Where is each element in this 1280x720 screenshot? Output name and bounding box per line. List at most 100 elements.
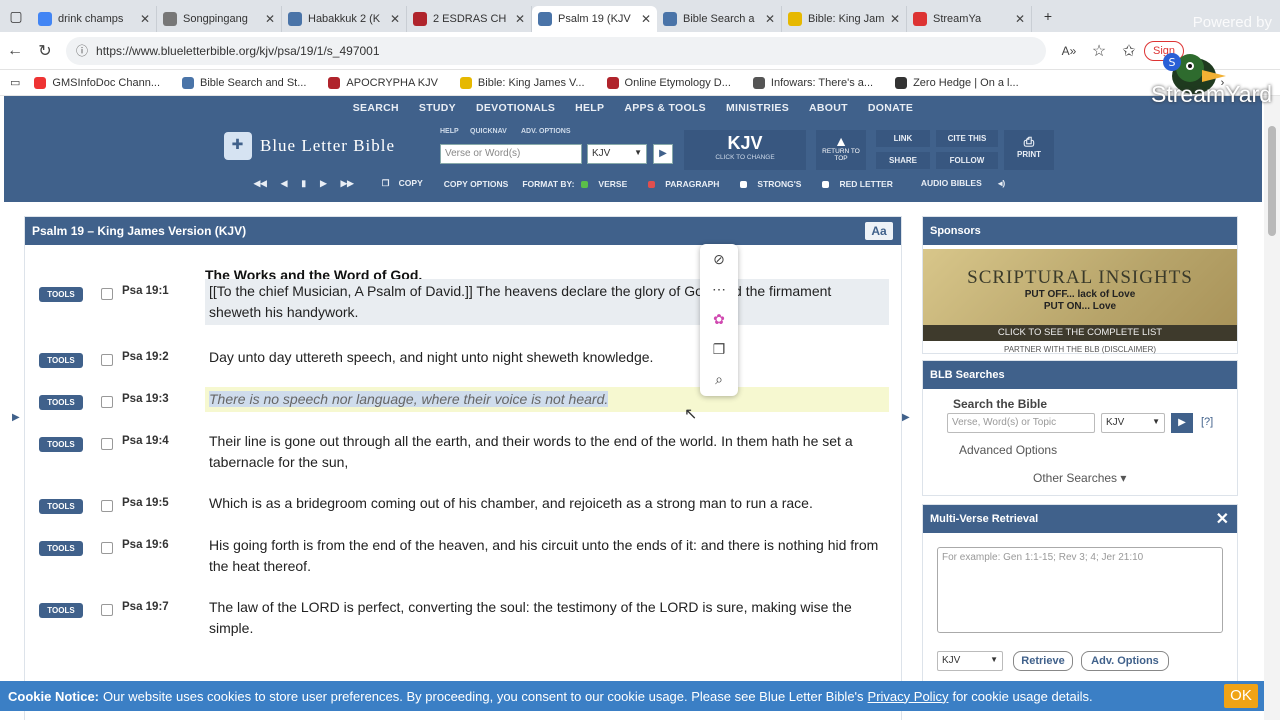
tab-close-icon[interactable]: ✕ [765,12,775,26]
privacy-policy-link[interactable]: Privacy Policy [868,689,949,704]
cite-button[interactable]: CITE THIS [936,130,998,147]
mvr-version-select[interactable]: KJV ▼ [937,651,1003,671]
follow-button[interactable]: FOLLOW [936,152,998,169]
audio-bibles-button[interactable]: AUDIO BIBLES ◂) [907,178,1019,189]
tab-close-icon[interactable]: ✕ [515,12,525,26]
site-info-icon[interactable]: ⓘ [76,42,88,59]
page-scrollbar[interactable] [1264,96,1280,720]
verse-ref[interactable]: Psa 19:2 [122,351,169,363]
version-change-button[interactable]: KJV CLICK TO CHANGE [684,130,806,170]
format-paragraph-toggle[interactable]: PARAGRAPH [641,179,733,189]
copy-verse-icon[interactable] [101,604,113,616]
adv-options-link[interactable]: ADV. OPTIONS [521,128,571,135]
bookmarks-apps-icon[interactable]: ▭ [10,76,20,89]
tools-button[interactable]: TOOLS [39,499,83,514]
site-nav-item[interactable]: STUDY [409,102,466,114]
verse-text-box[interactable]: His going forth is from the end of the h… [205,533,889,579]
sponsor-ad[interactable]: SCRIPTURAL INSIGHTS PUT OFF... lack of L… [923,249,1237,341]
verse-ref[interactable]: Psa 19:3 [122,393,169,405]
verse-text-box[interactable]: Which is as a bridegroom coming out of h… [205,491,889,516]
verse-text-box[interactable]: There is no speech nor language, where t… [205,387,889,412]
verse-text-box[interactable]: The law of the LORD is perfect, converti… [205,595,889,641]
link-button[interactable]: LINK [876,130,930,147]
verse-text-box[interactable]: Day unto day uttereth speech, and night … [205,345,889,370]
tools-button[interactable]: TOOLS [39,287,83,302]
bookmark-item[interactable]: Online Etymology D... [606,76,731,89]
browser-tab[interactable]: Bible Search a ✕ [657,6,782,32]
copy-verse-icon[interactable] [101,438,113,450]
copy-verse-icon[interactable] [101,500,113,512]
site-nav-item[interactable]: DONATE [858,102,923,114]
browser-tab[interactable]: Songpingang ✕ [157,6,282,32]
tools-button[interactable]: TOOLS [39,603,83,618]
hide-eye-icon[interactable]: ⊘ [700,244,738,274]
tools-button[interactable]: TOOLS [39,353,83,368]
verse-ref[interactable]: Psa 19:4 [122,435,169,447]
tools-button[interactable]: TOOLS [39,437,83,452]
site-nav-item[interactable]: MINISTRIES [716,102,799,114]
favorites-icon[interactable]: ✩ [1114,41,1144,61]
search-selection-icon[interactable]: ⌕ [700,364,738,394]
prev-chapter-icon[interactable]: ◀ [274,178,295,189]
next-arrow-icon[interactable]: ▶ [902,412,910,423]
tab-close-icon[interactable]: ✕ [265,12,275,26]
verse-text-box[interactable]: Their line is gone out through all the e… [205,429,889,475]
more-options-icon[interactable]: ⋯ [700,274,738,304]
copy-verse-icon[interactable] [101,354,113,366]
blb-logo[interactable]: ✚ Blue Letter Bible [224,132,395,160]
search-help-link[interactable]: [?] [1201,416,1213,428]
new-tab-button[interactable]: + [1032,0,1064,32]
copy-button[interactable]: ❐ COPY [375,178,437,189]
close-icon[interactable]: ✕ [1216,509,1229,529]
browser-tab[interactable]: drink champs ✕ [32,6,157,32]
cookie-ok-button[interactable]: OK [1224,684,1258,708]
disclaimer-link[interactable]: (DISCLAIMER) [1102,345,1156,354]
tab-close-icon[interactable]: ✕ [1015,12,1025,26]
share-button[interactable]: SHARE [876,152,930,169]
browser-tab[interactable]: Habakkuk 2 (K ✕ [282,6,407,32]
verse-ref[interactable]: Psa 19:5 [122,497,169,509]
verse-ref[interactable]: Psa 19:6 [122,539,169,551]
strongs-toggle[interactable]: STRONG'S [733,179,815,189]
verse-ref[interactable]: Psa 19:1 [122,285,169,297]
copy-verse-icon[interactable] [101,288,113,300]
first-chapter-icon[interactable]: ◀◀ [247,178,274,189]
header-search-input[interactable]: Verse or Word(s) [440,144,582,164]
search-help-link[interactable]: HELP [440,128,459,135]
other-searches-link[interactable]: Other Searches ▾ [1033,471,1126,485]
url-field[interactable]: ⓘ https://www.blueletterbible.org/kjv/ps… [66,36,1046,65]
bookmark-item[interactable]: Bible: King James V... [459,76,585,89]
browser-tab[interactable]: Bible: King Jam ✕ [782,6,907,32]
browser-tab[interactable]: Psalm 19 (KJV ✕ [532,6,657,32]
browser-tab[interactable]: StreamYa ✕ [907,6,1032,32]
sidebar-search-input[interactable]: Verse, Word(s) or Topic [947,413,1095,433]
advanced-options-link[interactable]: Advanced Options [959,443,1057,457]
partner-link[interactable]: PARTNER WITH THE BLB [1004,345,1100,354]
sidebar-search-go-button[interactable]: ▶ [1171,413,1193,433]
text-size-button[interactable]: Aa [865,222,893,240]
header-search-go-button[interactable]: ▶ [653,144,673,164]
mvr-textarea[interactable]: For example: Gen 1:1-15; Rev 3; 4; Jer 2… [937,547,1223,633]
favorite-star-icon[interactable]: ☆ [1084,41,1114,61]
bookmark-item[interactable]: Infowars: There's a... [752,76,873,89]
bookmark-item[interactable]: APOCRYPHA KJV [328,76,438,89]
next-chapter-icon[interactable]: ▶ [313,178,334,189]
retrieve-button[interactable]: Retrieve [1013,651,1073,671]
last-chapter-icon[interactable]: ▶▶ [334,178,361,189]
bookmark-item[interactable]: Zero Hedge | On a l... [895,76,1019,89]
mvr-adv-options-button[interactable]: Adv. Options [1081,651,1169,671]
sidebar-version-select[interactable]: KJV ▼ [1101,413,1165,433]
copy-verse-icon[interactable] [101,396,113,408]
copy-options-button[interactable]: COPY OPTIONS [437,179,516,189]
copilot-icon[interactable]: ✿ [700,304,738,334]
site-nav-item[interactable]: DEVOTIONALS [466,102,565,114]
header-version-select[interactable]: KJV ▼ [587,144,647,164]
scrollbar-thumb[interactable] [1268,126,1276,236]
verse-ref[interactable]: Psa 19:7 [122,601,169,613]
browser-tab[interactable]: 2 ESDRAS CH ✕ [407,6,532,32]
site-nav-item[interactable]: ABOUT [799,102,858,114]
reload-icon[interactable]: ↻ [30,41,60,61]
bookmark-item[interactable]: GMSInfoDoc Chann... [34,76,160,89]
prev-arrow-icon[interactable]: ▶ [12,412,20,423]
copy-selection-icon[interactable]: ❐ [700,334,738,364]
